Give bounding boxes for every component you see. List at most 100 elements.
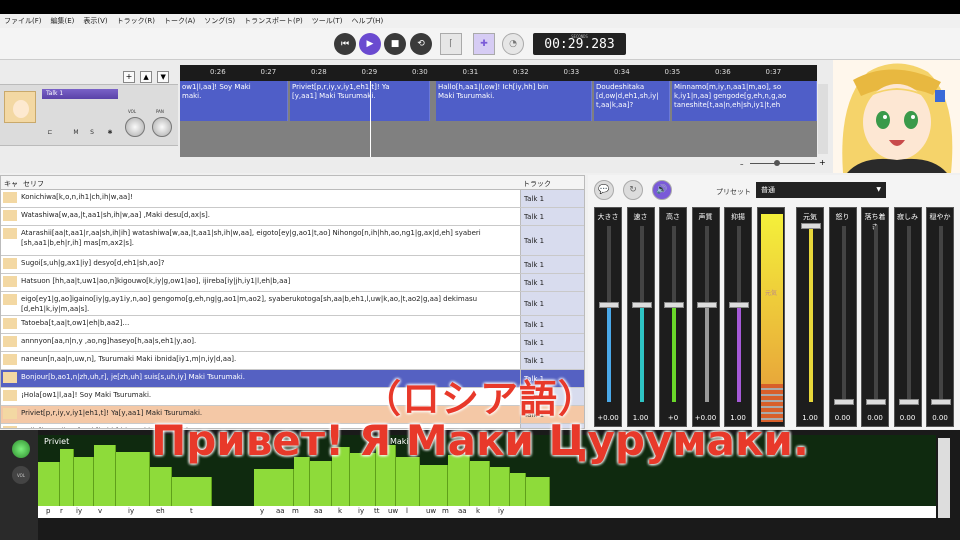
- timeline-area[interactable]: Minnamo[m,iy,n,aa1|m,ao], so k,iy1|n,aa]…: [180, 81, 817, 157]
- col-character[interactable]: キャ: [4, 179, 18, 189]
- refresh-button[interactable]: ↻: [623, 180, 643, 200]
- rewind-button[interactable]: ⏮: [334, 33, 356, 55]
- menu-item[interactable]: トラック(R): [117, 16, 155, 26]
- cross-button[interactable]: ✚: [473, 33, 495, 55]
- phoneme-label[interactable]: uw: [388, 507, 398, 515]
- phoneme-label[interactable]: m: [292, 507, 299, 515]
- phoneme-label[interactable]: v: [98, 507, 102, 515]
- line-text[interactable]: Tatoeba[t,aa|t,ow1|eh|b,aa2]…: [21, 318, 517, 328]
- phoneme-label[interactable]: p: [46, 507, 50, 515]
- speaker-button[interactable]: 🔊: [652, 180, 672, 200]
- menu-item[interactable]: 編集(E): [51, 16, 75, 26]
- table-row[interactable]: Hatsuon [hh,aa|t,uw1|ao,n]kigouwo[k,iy|g…: [1, 274, 584, 292]
- phoneme-label[interactable]: aa: [314, 507, 323, 515]
- phoneme-label[interactable]: t: [190, 507, 193, 515]
- table-row[interactable]: Tatoeba[t,aa|t,ow1|eh|b,aa2]… Talk 1: [1, 316, 584, 334]
- phoneme-label[interactable]: y: [260, 507, 264, 515]
- phoneme-label[interactable]: iy: [358, 507, 364, 515]
- line-text[interactable]: eigo[ey1|g,ao]igaino[iy|g,ay1iy,n,ao] ge…: [21, 294, 517, 314]
- row-track[interactable]: Talk 1: [520, 292, 584, 315]
- phoneme-label[interactable]: uw: [426, 507, 436, 515]
- solo-button[interactable]: S: [86, 129, 98, 139]
- track-header[interactable]: Talk 1 ⊏ M S ✱ VOL PAN: [0, 84, 178, 146]
- zoom-slider[interactable]: – +: [740, 158, 826, 168]
- playhead[interactable]: [370, 81, 371, 157]
- marker-start-button[interactable]: ⌈: [440, 33, 462, 55]
- voice-segment[interactable]: Priviet[p,r,iy,v,iy1,eh1,t]! Ya [y,aa1] …: [290, 81, 430, 121]
- line-text[interactable]: naneun[n,aa|n,uw,n], Tsurumaki Maki ibni…: [21, 354, 517, 364]
- metronome-button[interactable]: ◔: [502, 33, 524, 55]
- table-row[interactable]: Watashiwa[w,aa,|t,aa1|sh,ih|w,aa] ,Maki …: [1, 208, 584, 226]
- menu-item[interactable]: ヘルプ(H): [351, 16, 383, 26]
- col-track[interactable]: トラック: [523, 179, 551, 189]
- phoneme-label[interactable]: r: [60, 507, 63, 515]
- stop-button[interactable]: ■: [384, 33, 406, 55]
- slider-thumb[interactable]: [631, 302, 652, 309]
- move-up-button[interactable]: ▲: [140, 71, 153, 83]
- row-track[interactable]: Talk 1: [520, 256, 584, 273]
- pitch-bar[interactable]: [510, 473, 526, 507]
- pitch-bar[interactable]: [172, 477, 212, 507]
- table-row[interactable]: annnyon[aa,n|n,y ,ao,ng]haseyo[h,aa|s,eh…: [1, 334, 584, 352]
- play-button[interactable]: ▶: [359, 33, 381, 55]
- line-text[interactable]: Watashiwa[w,aa,|t,aa1|sh,ih|w,aa] ,Maki …: [21, 210, 517, 220]
- menu-item[interactable]: トランスポート(P): [244, 16, 303, 26]
- voice-segment[interactable]: Hallo[h,aa1|l,ow]! Ich[iy,hh] bin Maki T…: [436, 81, 592, 121]
- row-track[interactable]: Talk 1: [520, 352, 584, 369]
- row-track[interactable]: Talk 1: [520, 208, 584, 225]
- slider-thumb[interactable]: [664, 302, 684, 309]
- voice-segment[interactable]: ow1|l,aa]! Soy Maki maki.: [180, 81, 288, 121]
- menu-item[interactable]: 表示(V): [83, 16, 107, 26]
- add-track-button[interactable]: +: [123, 71, 135, 83]
- row-track[interactable]: Talk 1: [520, 226, 584, 255]
- table-row[interactable]: Atarashii[aa|t,aa1|r,aa|sh,ih|ih] watash…: [1, 226, 584, 256]
- phoneme-label[interactable]: aa: [458, 507, 467, 515]
- slider-thumb[interactable]: [729, 302, 749, 309]
- row-track[interactable]: Talk 1: [520, 190, 584, 207]
- line-text[interactable]: Konichiwa[k,o,n,ih1|ch,ih|w,aa]!: [21, 192, 517, 202]
- phoneme-label[interactable]: iy: [128, 507, 134, 515]
- phoneme-label[interactable]: eh: [156, 507, 165, 515]
- line-text[interactable]: Atarashii[aa|t,aa1|r,aa|sh,ih|ih] watash…: [21, 228, 517, 248]
- menu-item[interactable]: トーク(A): [164, 16, 195, 26]
- col-line[interactable]: セリフ: [23, 179, 44, 189]
- table-row[interactable]: eigo[ey1|g,ao]igaino[iy|g,ay1iy,n,ao] ge…: [1, 292, 584, 316]
- table-row[interactable]: Sugoi[s,uh|g,ax1|iy] desyo[d,eh1|sh,ao]?…: [1, 256, 584, 274]
- voice-segment[interactable]: Doudeshitaka [d,ow|d,eh1,sh,iy| t,aa|k,a…: [594, 81, 670, 121]
- phoneme-label[interactable]: k: [338, 507, 342, 515]
- zoom-thumb[interactable]: [774, 160, 780, 166]
- time-ruler[interactable]: 0:26 0:27 0:28 0:29 0:30 0:31 0:32 0:33 0:34 0:35…: [180, 65, 817, 81]
- phoneme-label[interactable]: k: [476, 507, 480, 515]
- mute-button[interactable]: M: [70, 129, 82, 139]
- track-name[interactable]: Talk 1: [42, 89, 118, 99]
- voice-segment[interactable]: Minnamo[m,iy,n,aa1|m,ao], so k,iy1|n,aa]…: [672, 81, 817, 121]
- preset-select[interactable]: 普通: [756, 182, 886, 198]
- menu-item[interactable]: ファイル(F): [4, 16, 42, 26]
- line-text[interactable]: Sugoi[s,uh|g,ax1|iy] desyo[d,eh1|sh,ao]?: [21, 258, 517, 268]
- slider-thumb[interactable]: [599, 302, 619, 309]
- phoneme-label[interactable]: m: [442, 507, 449, 515]
- slider-thumb[interactable]: [696, 302, 717, 309]
- phoneme-label[interactable]: iy: [498, 507, 504, 515]
- phoneme-label[interactable]: iy: [76, 507, 82, 515]
- table-row[interactable]: Konichiwa[k,o,n,ih1|ch,ih|w,aa]! Talk 1: [1, 190, 584, 208]
- settings-icon[interactable]: ✱: [104, 129, 116, 139]
- move-down-button[interactable]: ▼: [157, 71, 170, 83]
- phoneme-label[interactable]: tt: [374, 507, 380, 515]
- row-track[interactable]: Talk 1: [520, 334, 584, 351]
- menu-item[interactable]: ソング(S): [204, 16, 235, 26]
- phoneme-label[interactable]: aa: [276, 507, 285, 515]
- slider-thumb[interactable]: [801, 223, 821, 229]
- track-vscroll[interactable]: [818, 84, 828, 154]
- comment-button[interactable]: 💬: [594, 180, 614, 200]
- lock-icon[interactable]: ⊏: [44, 129, 56, 139]
- loop-button[interactable]: ⟲: [410, 33, 432, 55]
- line-text[interactable]: Hatsuon [hh,aa|t,uw1|ao,n]kigouwo[k,iy|g…: [21, 276, 517, 286]
- volume-knob[interactable]: [125, 117, 145, 137]
- menu-item[interactable]: ツール(T): [312, 16, 343, 26]
- row-track[interactable]: Talk 1: [520, 274, 584, 291]
- row-track[interactable]: Talk 1: [520, 316, 584, 333]
- phoneme-label[interactable]: l: [406, 507, 408, 515]
- pan-knob[interactable]: [152, 117, 172, 137]
- line-text[interactable]: annnyon[aa,n|n,y ,ao,ng]haseyo[h,aa|s,eh…: [21, 336, 517, 346]
